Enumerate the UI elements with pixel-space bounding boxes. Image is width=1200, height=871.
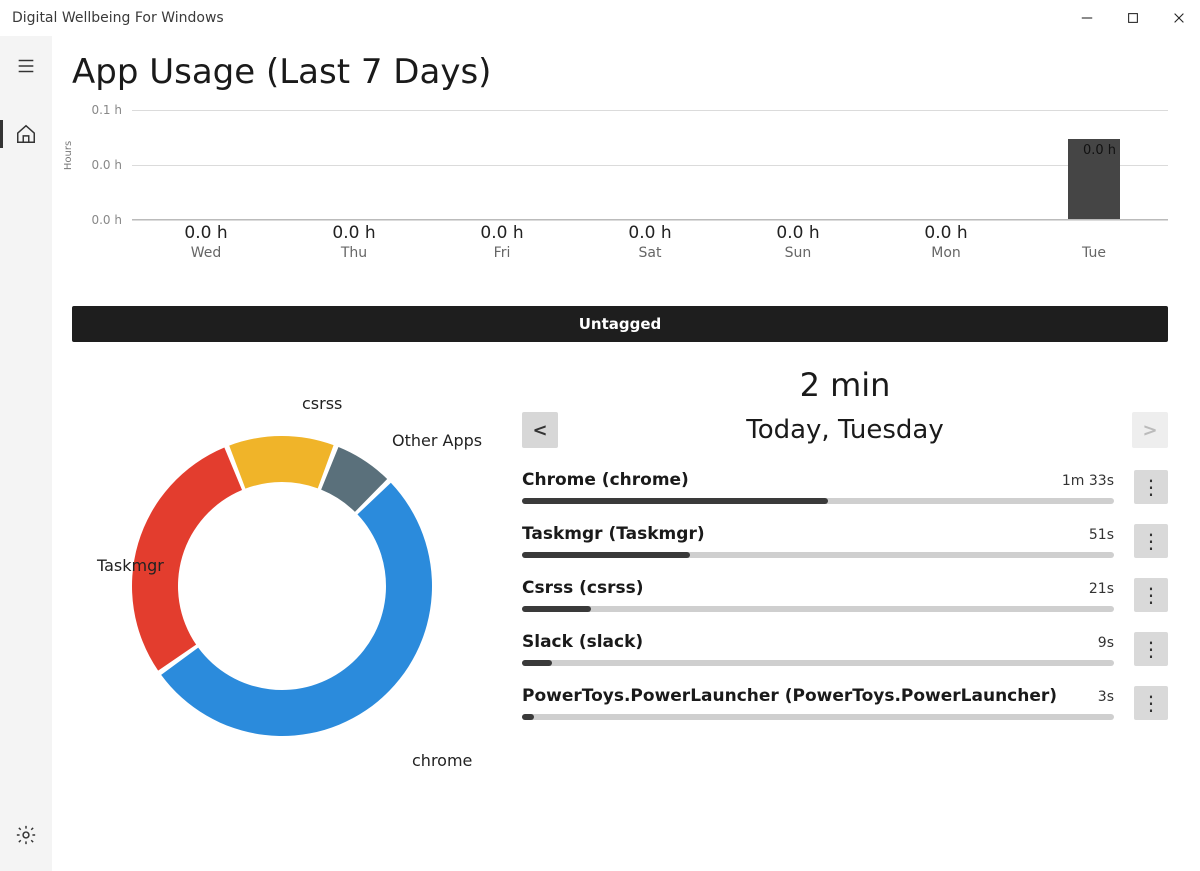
bar-day-label: Sat [600,245,700,261]
bar-value-label: 0.0 h [452,223,552,243]
bar-value-label: 0.0 h [1083,143,1116,158]
donut-chart: csrss Other Apps Taskmgr chrome [72,366,492,750]
bar-x-tick: Tue [1044,243,1144,261]
bar-day-label: Sun [748,245,848,261]
app-time-label: 21s [1089,581,1114,597]
close-icon [1172,11,1186,25]
kebab-icon: ⋮ [1141,691,1161,715]
app-name-label: Slack (slack) [522,632,643,652]
donut-label-other: Other Apps [392,431,482,450]
bar-x-tick: 0.0 h Fri [452,223,552,261]
app-name-label: Csrss (csrss) [522,578,644,598]
bar-day-label: Thu [304,245,404,261]
bar-value-label: 0.0 h [748,223,848,243]
sidebar-item-settings[interactable] [6,815,46,855]
bar-day-label: Tue [1044,245,1144,261]
app-usage-row: PowerToys.PowerLauncher (PowerToys.Power… [522,686,1168,720]
app-name-label: PowerToys.PowerLauncher (PowerToys.Power… [522,686,1057,706]
y-tick: 0.0 h [91,213,122,227]
bar: 0.0 h [1068,139,1120,219]
page-title: App Usage (Last 7 Days) [72,52,1168,92]
minimize-icon [1080,11,1094,25]
main-content: App Usage (Last 7 Days) Hours 0.0 h 0.0 … [52,36,1200,871]
donut-label-csrss: csrss [302,394,342,413]
kebab-icon: ⋮ [1141,583,1161,607]
app-usage-bar [522,606,1114,612]
minimize-button[interactable] [1078,9,1096,27]
bar-value-label: 0.0 h [304,223,404,243]
tag-legend-label: Untagged [579,315,662,333]
title-bar: Digital Wellbeing For Windows [0,0,1200,36]
hamburger-button[interactable] [6,46,46,86]
app-row-menu-button[interactable]: ⋮ [1134,578,1168,612]
bar-value-label: 0.0 h [156,223,256,243]
kebab-icon: ⋮ [1141,529,1161,553]
app-time-label: 9s [1098,635,1114,651]
maximize-button[interactable] [1124,9,1142,27]
bar-value-label: 0.0 h [896,223,996,243]
y-tick: 0.1 h [91,103,122,117]
app-usage-bar [522,660,1114,666]
sidebar-item-home[interactable] [6,114,46,154]
current-day-label: Today, Tuesday [746,415,944,445]
bar-day-label: Fri [452,245,552,261]
app-name-label: Chrome (chrome) [522,470,689,490]
app-time-label: 51s [1089,527,1114,543]
bar-x-tick: 0.0 h Sun [748,223,848,261]
bar-value-label: 0.0 h [600,223,700,243]
bar-x-tick: 0.0 h Wed [156,223,256,261]
app-row-menu-button[interactable]: ⋮ [1134,632,1168,666]
next-day-button[interactable]: > [1132,412,1168,448]
usage-detail-panel: 2 min < Today, Tuesday > Chrome (chrome)… [492,366,1168,750]
kebab-icon: ⋮ [1141,475,1161,499]
home-icon [15,123,37,145]
bar-x-tick: 0.0 h Mon [896,223,996,261]
app-row-menu-button[interactable]: ⋮ [1134,524,1168,558]
gear-icon [15,824,37,846]
donut-label-chrome: chrome [412,751,472,770]
close-button[interactable] [1170,9,1188,27]
maximize-icon [1126,11,1140,25]
app-row-menu-button[interactable]: ⋮ [1134,470,1168,504]
app-name-label: Taskmgr (Taskmgr) [522,524,705,544]
bar-day-label: Mon [896,245,996,261]
total-time-label: 2 min [522,366,1168,404]
bar-day-label: Wed [156,245,256,261]
previous-day-button[interactable]: < [522,412,558,448]
window-title: Digital Wellbeing For Windows [12,10,224,26]
bar-x-tick: 0.0 h Sat [600,223,700,261]
app-usage-bar [522,552,1114,558]
tag-legend-untagged[interactable]: Untagged [72,306,1168,342]
weekly-bar-chart: Hours 0.0 h 0.0 h 0.1 h 0.0 hWed0.0 hThu… [72,110,1168,260]
app-time-label: 3s [1098,689,1114,705]
window-controls [1078,9,1188,27]
app-row-menu-button[interactable]: ⋮ [1134,686,1168,720]
app-usage-row: Csrss (csrss) 21s ⋮ [522,578,1168,612]
app-usage-bar [522,498,1114,504]
sidebar [0,36,52,871]
hamburger-icon [15,55,37,77]
donut-label-taskmgr: Taskmgr [97,556,164,575]
app-usage-row: Chrome (chrome) 1m 33s ⋮ [522,470,1168,504]
y-tick: 0.0 h [91,158,122,172]
bar-x-tick: 0.0 h Thu [304,223,404,261]
app-time-label: 1m 33s [1062,473,1114,489]
app-usage-row: Slack (slack) 9s ⋮ [522,632,1168,666]
kebab-icon: ⋮ [1141,637,1161,661]
app-usage-bar [522,714,1114,720]
app-usage-row: Taskmgr (Taskmgr) 51s ⋮ [522,524,1168,558]
